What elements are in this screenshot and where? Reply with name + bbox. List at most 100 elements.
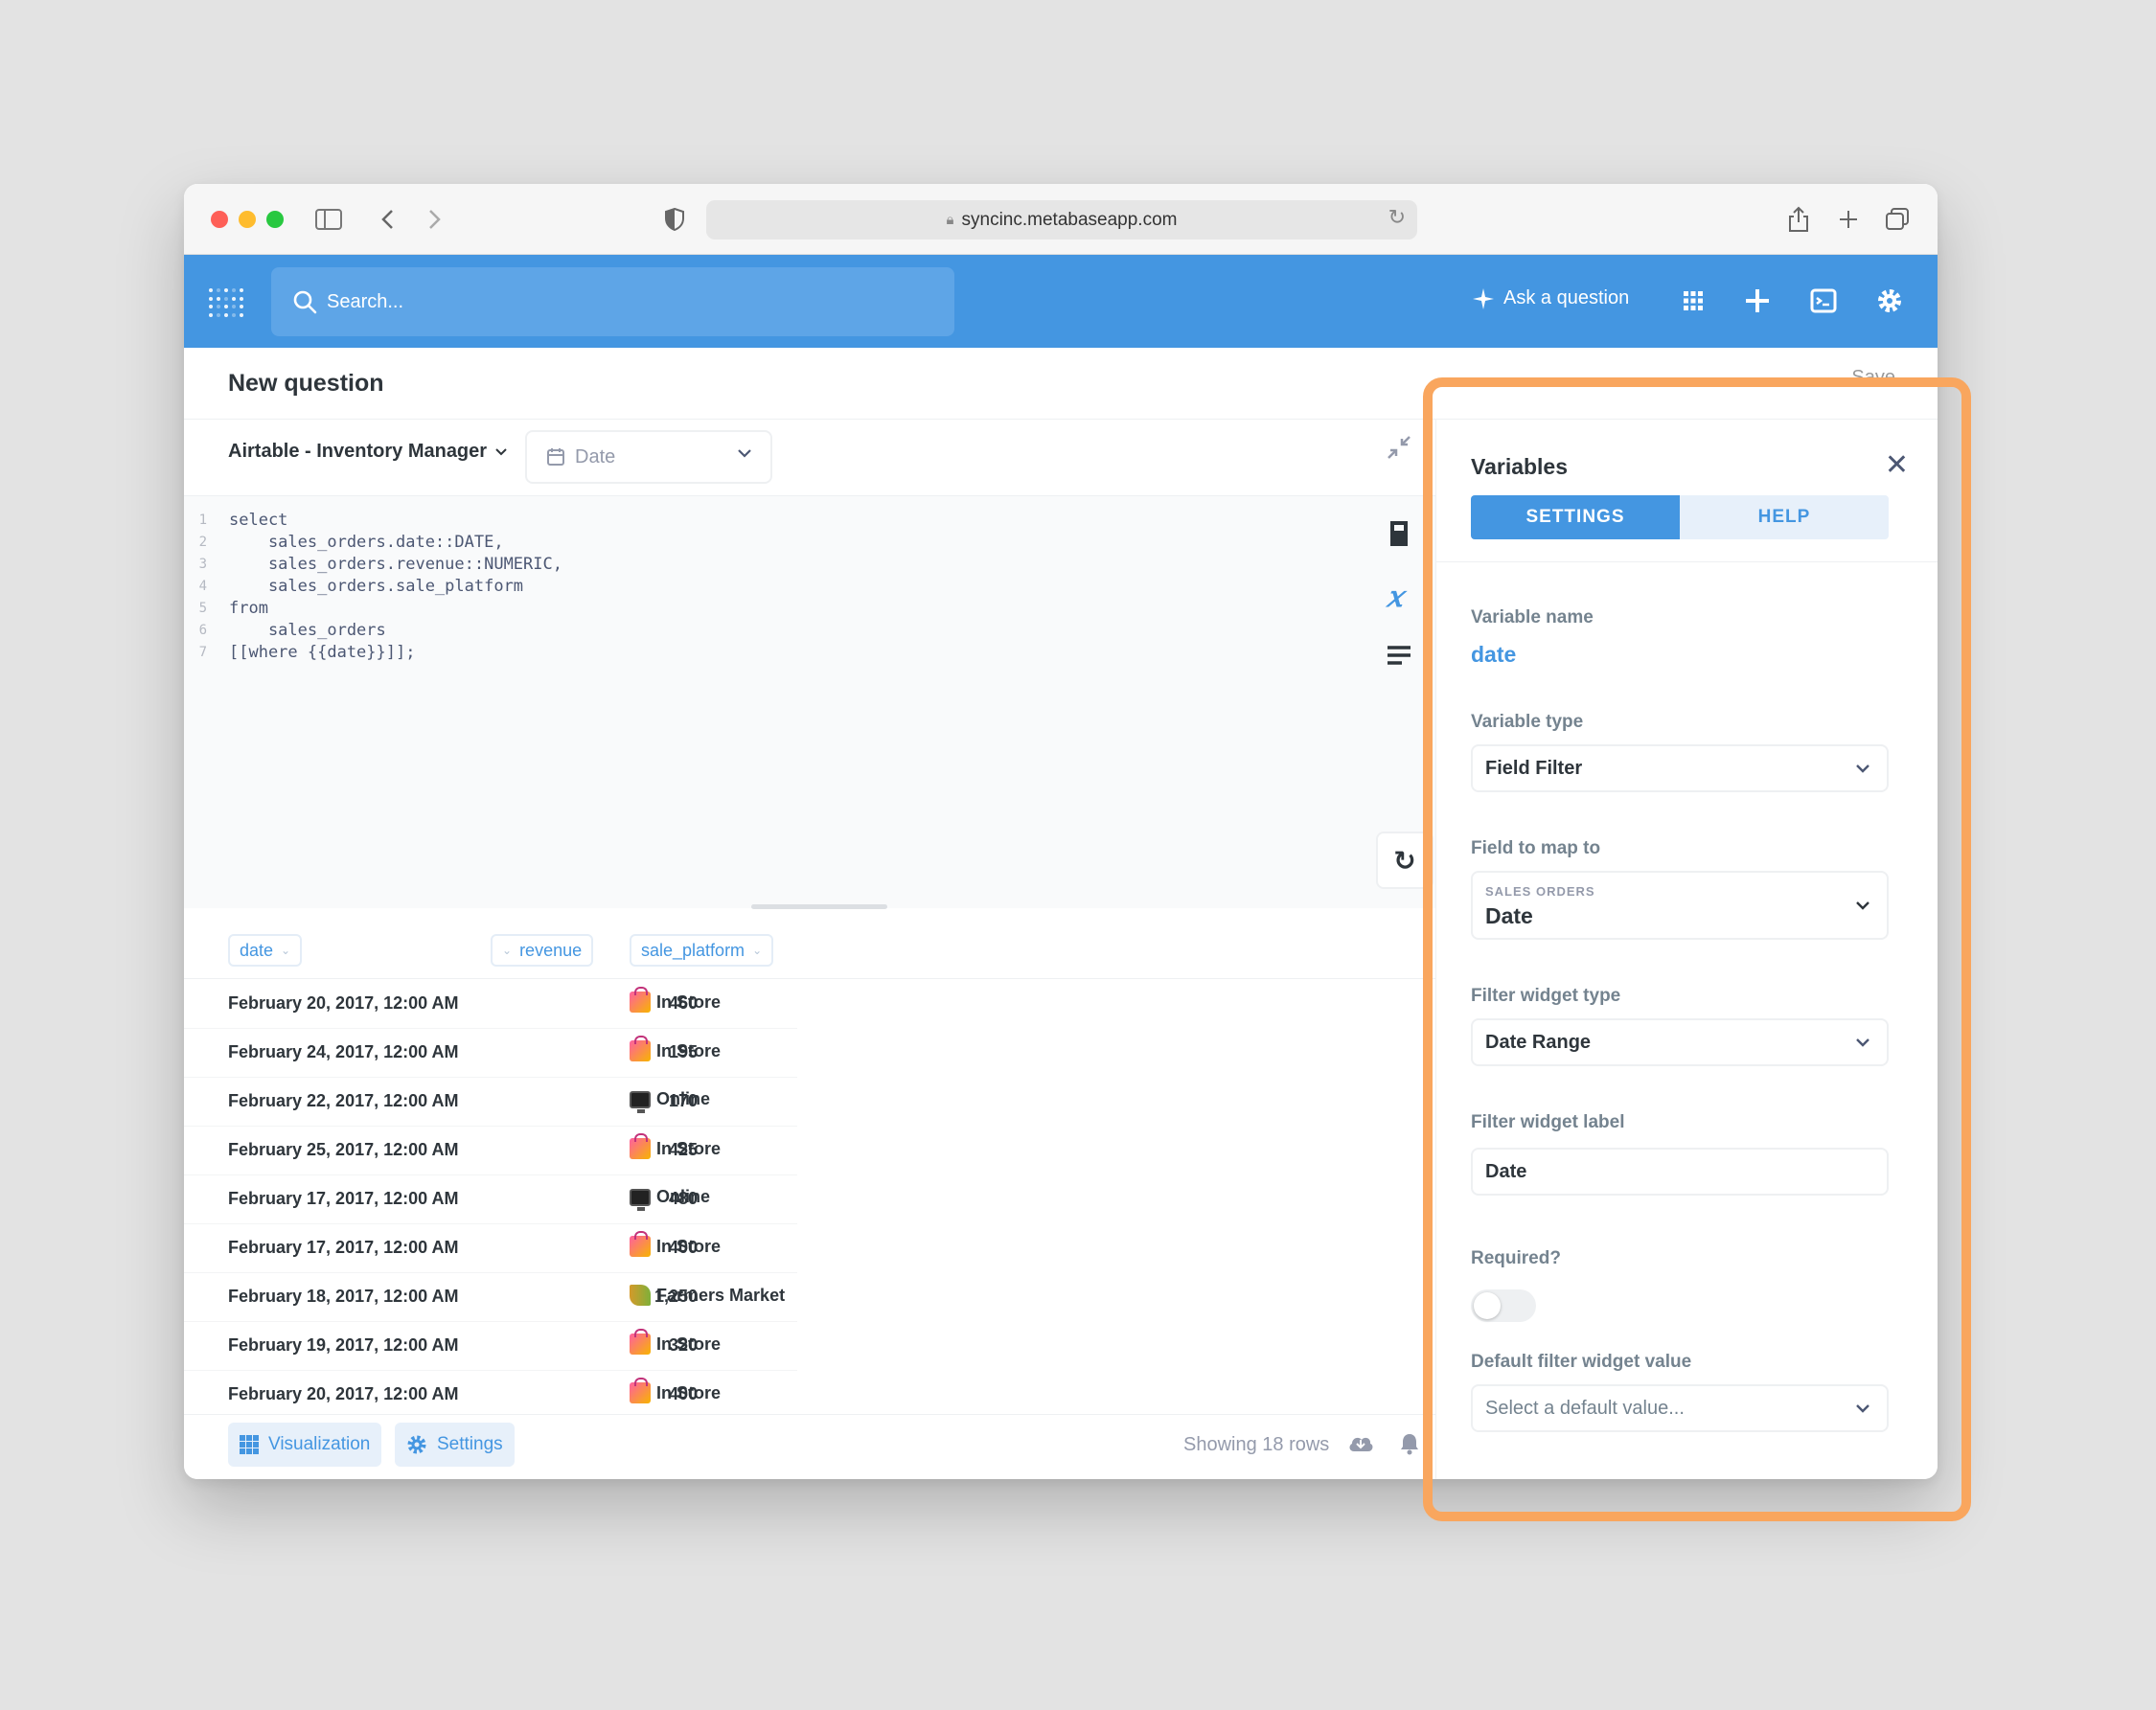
bell-icon[interactable] — [1399, 1432, 1420, 1461]
zoom-window-button[interactable] — [266, 211, 284, 228]
column-header-sale-platform[interactable]: sale_platform ⌄ — [630, 934, 774, 967]
top-navigation: Search... Ask a question — [184, 255, 1938, 348]
address-bar[interactable]: 🔒︎ syncinc.metabaseapp.com ↻ — [706, 200, 1417, 239]
widget-type-label: Filter widget type — [1471, 986, 1621, 1006]
new-tab-icon[interactable] — [1836, 203, 1861, 236]
chevron-down-icon — [1856, 1038, 1869, 1047]
field-map-select[interactable]: SALES ORDERS Date — [1471, 871, 1889, 940]
computer-icon — [630, 1090, 651, 1113]
url-text: syncinc.metabaseapp.com — [961, 209, 1178, 230]
sql-editor-icon[interactable] — [1806, 284, 1841, 318]
visualization-button[interactable]: Visualization — [228, 1423, 382, 1467]
share-icon[interactable] — [1786, 203, 1811, 236]
sidebar-toggle-icon[interactable] — [314, 203, 343, 236]
collapse-editor-icon[interactable] — [1387, 435, 1411, 466]
variable-name-label: Variable name — [1471, 607, 1594, 627]
editor-toolbar: Airtable - Inventory Manager Date — [184, 420, 1435, 496]
table-row: February 19, 2017, 12:00 AM 320 In Store — [184, 1322, 797, 1371]
table-row: February 17, 2017, 12:00 AM 480 Online — [184, 1175, 797, 1224]
run-query-button[interactable]: ↻ — [1376, 832, 1434, 889]
download-cloud-icon[interactable] — [1347, 1432, 1374, 1459]
editor-resize-handle[interactable] — [751, 904, 887, 909]
column-header-revenue[interactable]: ⌄ revenue — [491, 934, 594, 967]
rice-icon — [630, 1285, 651, 1306]
chevron-down-icon — [1856, 764, 1869, 773]
search-input[interactable]: Search... — [271, 267, 954, 336]
required-toggle[interactable] — [1471, 1289, 1536, 1322]
settings-gear-icon[interactable] — [1872, 284, 1907, 318]
page-title: New question — [228, 370, 384, 397]
variables-panel: Variables ✕ SETTINGS HELP Variable name … — [1435, 420, 1938, 1479]
date-filter-widget[interactable]: Date — [525, 430, 772, 484]
database-picker[interactable]: Airtable - Inventory Manager — [228, 441, 508, 463]
back-icon[interactable] — [376, 203, 399, 236]
chevron-down-icon: ⌄ — [502, 944, 513, 957]
computer-icon — [630, 1188, 651, 1211]
question-header: New question Save — [184, 348, 1938, 420]
results-footer: Visualization Settings Showing 18 rows — [184, 1414, 1435, 1479]
refresh-icon: ↻ — [1393, 844, 1416, 877]
reload-icon[interactable]: ↻ — [1388, 206, 1406, 230]
gear-icon — [407, 1435, 426, 1454]
variable-type-select[interactable]: Field Filter — [1471, 744, 1889, 792]
default-value-label: Default filter widget value — [1471, 1352, 1692, 1372]
settings-button[interactable]: Settings — [395, 1423, 515, 1467]
widget-type-select[interactable]: Date Range — [1471, 1018, 1889, 1066]
new-plus-icon[interactable] — [1740, 284, 1775, 318]
search-placeholder: Search... — [327, 290, 404, 312]
chevron-down-icon — [738, 449, 751, 458]
shopping-bags-icon — [630, 1231, 651, 1257]
calendar-icon — [547, 448, 564, 466]
divider — [1436, 561, 1938, 562]
close-window-button[interactable] — [211, 211, 228, 228]
shopping-bags-icon — [630, 1036, 651, 1061]
toggle-knob — [1474, 1292, 1501, 1319]
variable-type-label: Variable type — [1471, 712, 1584, 732]
privacy-shield-icon[interactable] — [663, 203, 686, 236]
results-header: date ⌄ ⌄ revenue sale_platform ⌄ — [184, 931, 1435, 979]
browser-window: 🔒︎ syncinc.metabaseapp.com ↻ Search... A… — [184, 184, 1938, 1479]
apps-grid-icon[interactable] — [1676, 284, 1710, 318]
field-map-label: Field to map to — [1471, 838, 1601, 858]
save-button[interactable]: Save — [1851, 367, 1895, 389]
shopping-bags-icon — [630, 1329, 651, 1355]
sql-editor[interactable]: 1 select 2 sales_orders.date::DATE, 3 sal… — [184, 496, 1435, 908]
chevron-down-icon — [1856, 901, 1869, 910]
tab-settings[interactable]: SETTINGS — [1471, 495, 1680, 539]
field-table-name: SALES ORDERS — [1485, 884, 1595, 899]
lock-icon: 🔒︎ — [946, 212, 954, 228]
row-count: Showing 18 rows — [1183, 1434, 1330, 1455]
forward-icon[interactable] — [424, 203, 447, 236]
field-name: Date — [1485, 903, 1533, 928]
table-row: February 20, 2017, 12:00 AM 460 In Store — [184, 980, 797, 1029]
close-icon[interactable]: ✕ — [1885, 448, 1909, 482]
sparkle-icon — [1473, 287, 1494, 309]
column-header-date[interactable]: date ⌄ — [228, 934, 303, 967]
search-icon — [293, 290, 317, 314]
chevron-down-icon — [495, 447, 507, 455]
variables-x-icon[interactable]: 𝑥 — [1387, 581, 1403, 614]
minimize-window-button[interactable] — [239, 211, 256, 228]
chevron-down-icon — [1856, 1404, 1869, 1413]
variable-name-value: date — [1471, 642, 1517, 667]
ask-question-label: Ask a question — [1503, 287, 1630, 308]
tab-overview-icon[interactable] — [1884, 203, 1911, 236]
table-grid-icon — [240, 1435, 259, 1454]
snippets-icon[interactable] — [1387, 640, 1411, 673]
panel-title: Variables — [1471, 454, 1569, 479]
default-value-select[interactable]: Select a default value... — [1471, 1384, 1889, 1432]
table-row: February 18, 2017, 12:00 AM 1,250 Farmers … — [184, 1273, 797, 1322]
browser-toolbar: 🔒︎ syncinc.metabaseapp.com ↻ — [184, 184, 1938, 255]
shopping-bags-icon — [630, 987, 651, 1013]
widget-label-label: Filter widget label — [1471, 1112, 1625, 1132]
table-row: February 22, 2017, 12:00 AM 170 Online — [184, 1078, 797, 1127]
ask-question-button[interactable]: Ask a question — [1473, 287, 1629, 309]
shopping-bags-icon — [630, 1378, 651, 1403]
metabase-logo-icon[interactable] — [209, 288, 245, 319]
chevron-down-icon: ⌄ — [752, 944, 763, 957]
tab-help[interactable]: HELP — [1680, 495, 1889, 539]
data-reference-icon[interactable] — [1387, 519, 1411, 556]
table-row: February 17, 2017, 12:00 AM 400 In Store — [184, 1224, 797, 1273]
shopping-bags-icon — [630, 1133, 651, 1159]
widget-label-input[interactable]: Date — [1471, 1148, 1889, 1196]
